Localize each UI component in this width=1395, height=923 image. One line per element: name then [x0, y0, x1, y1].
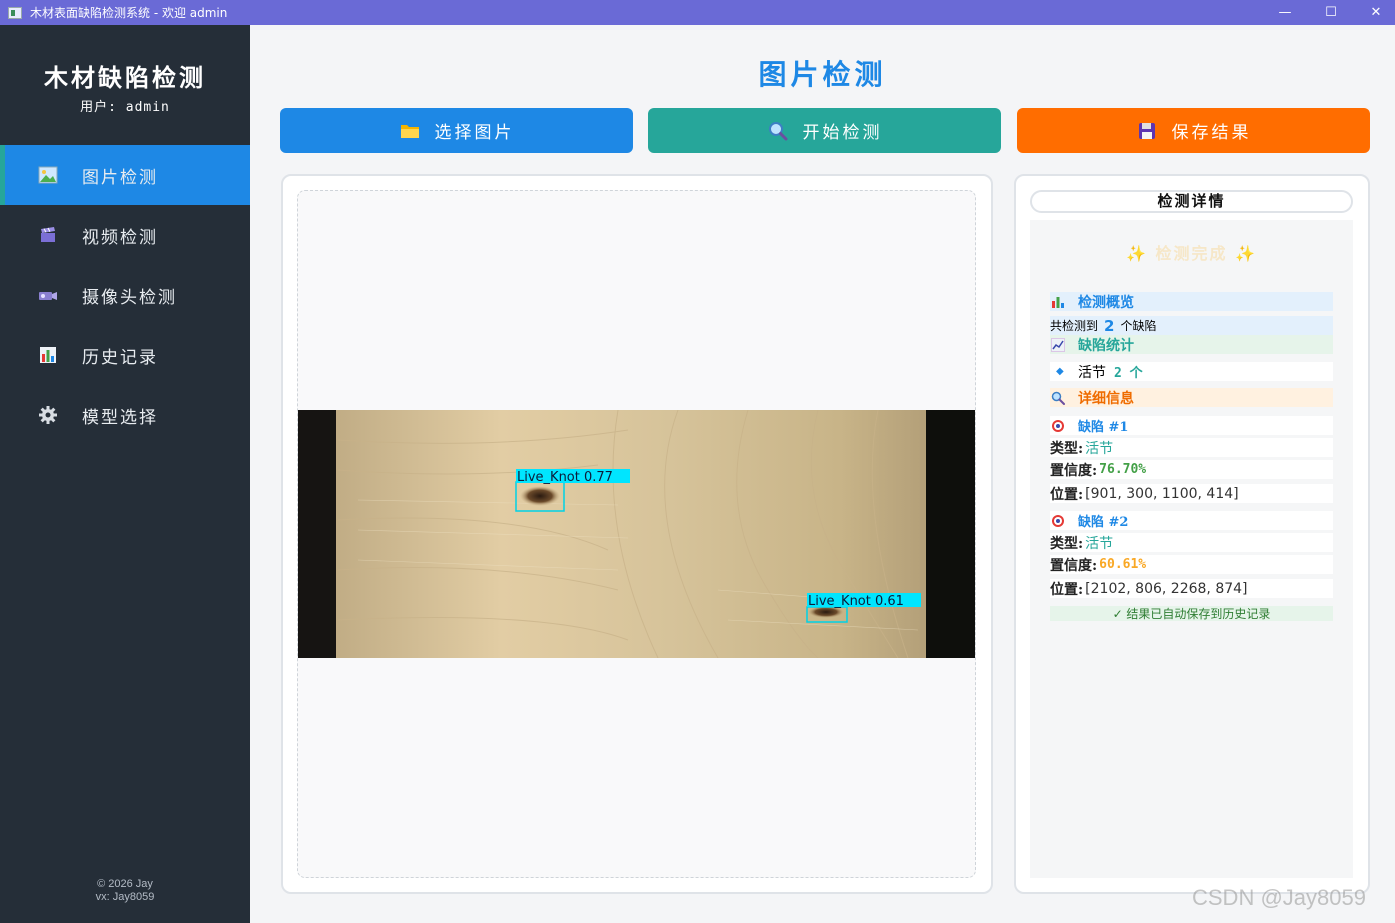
- overview-suffix: 个缺陷: [1120, 319, 1157, 333]
- sidebar-item-label: 历史记录: [82, 347, 158, 368]
- info-section-header: 详细信息: [1050, 388, 1333, 407]
- window-titlebar: 木材表面缺陷检测系统 - 欢迎 admin — ☐ ✕: [0, 0, 1395, 25]
- sidebar-item-model-select[interactable]: 模型选择: [0, 385, 250, 445]
- start-detect-label: 开始检测: [802, 123, 883, 143]
- floppy-icon: [1136, 121, 1158, 141]
- camera-icon: [37, 284, 59, 306]
- stats-section-header: 缺陷统计: [1050, 335, 1333, 354]
- overview-summary: 共检测到 2 个缺陷: [1050, 316, 1333, 335]
- sidebar-item-label: 视频检测: [82, 227, 158, 248]
- defect-1-type: 活节: [1085, 440, 1114, 457]
- defect-2-conf-row: 置信度: 60.61%: [1050, 555, 1333, 574]
- stats-item-name: 活节: [1078, 364, 1106, 381]
- select-image-label: 选择图片: [434, 123, 515, 143]
- folder-icon: [399, 121, 421, 141]
- defect-2-title: 缺陷 #2: [1078, 515, 1129, 530]
- footer-contact: vx: Jay8059: [95, 891, 155, 903]
- stats-title: 缺陷统计: [1078, 337, 1134, 354]
- app-title: 木材缺陷检测: [44, 63, 206, 92]
- window-title: 木材表面缺陷检测系统 - 欢迎 admin: [30, 6, 228, 20]
- sidebar: 木材缺陷检测 用户: admin 图片检测 视频检测 摄像头检测 历史记录 模型…: [0, 25, 250, 923]
- defect-2-conf-label: 置信度:: [1050, 557, 1098, 574]
- sidebar-item-image-detect[interactable]: 图片检测: [0, 145, 250, 205]
- minimize-button[interactable]: —: [1262, 0, 1308, 25]
- defect-2-confidence: 60.61%: [1099, 557, 1147, 572]
- image-icon: [37, 164, 59, 186]
- magnifier-icon: [1050, 390, 1066, 406]
- sidebar-item-label: 摄像头检测: [82, 287, 177, 308]
- target-icon: [1050, 418, 1066, 434]
- target-icon: [1050, 513, 1066, 529]
- defect-1-header: 缺陷 #1: [1050, 416, 1333, 435]
- overview-prefix: 共检测到: [1050, 319, 1099, 333]
- overview-count: 2: [1104, 316, 1115, 335]
- magnifier-icon: [767, 121, 789, 141]
- start-detect-button[interactable]: 开始检测: [648, 108, 1001, 153]
- maximize-button[interactable]: ☐: [1308, 0, 1354, 25]
- defect-1-pos-label: 位置:: [1050, 486, 1084, 503]
- gear-icon: [37, 404, 59, 426]
- defect-1-pos-row: 位置: [901, 300, 1100, 414]: [1050, 484, 1333, 503]
- bar-chart-icon: [1050, 294, 1066, 310]
- diamond-icon: ◆: [1056, 366, 1064, 377]
- defect-2-pos-label: 位置:: [1050, 581, 1084, 598]
- sidebar-item-label: 图片检测: [82, 167, 158, 188]
- select-image-button[interactable]: 选择图片: [280, 108, 633, 153]
- defect-2-type-row: 类型: 活节: [1050, 533, 1333, 552]
- watermark: CSDN @Jay8059: [1192, 885, 1366, 910]
- defect-2-header: 缺陷 #2: [1050, 511, 1333, 530]
- defect-1-conf-row: 置信度: 76.70%: [1050, 460, 1333, 479]
- stats-item-count: 2 个: [1114, 366, 1143, 381]
- sidebar-item-video-detect[interactable]: 视频检测: [0, 205, 250, 265]
- line-chart-icon: [1050, 337, 1066, 353]
- defect-1-title: 缺陷 #1: [1078, 420, 1129, 435]
- overview-title: 检测概览: [1078, 294, 1134, 311]
- detection-label-1: Live_Knot 0.77: [517, 470, 613, 485]
- defect-1-type-label: 类型:: [1050, 440, 1084, 457]
- close-button[interactable]: ✕: [1353, 0, 1395, 25]
- defect-2-type-label: 类型:: [1050, 535, 1084, 552]
- defect-1-confidence: 76.70%: [1099, 462, 1147, 477]
- page-title: 图片检测: [758, 58, 887, 91]
- saved-note: ✓ 结果已自动保存到历史记录: [1050, 606, 1333, 621]
- defect-2-pos-row: 位置: [2102, 806, 2268, 874]: [1050, 579, 1333, 598]
- sidebar-item-camera-detect[interactable]: 摄像头检测: [0, 265, 250, 325]
- overview-section-header: 检测概览: [1050, 292, 1333, 311]
- app-icon: [8, 6, 22, 19]
- user-label: 用户: admin: [80, 100, 170, 115]
- defect-1-type-row: 类型: 活节: [1050, 438, 1333, 457]
- bar-chart-icon: [37, 344, 59, 366]
- sidebar-item-history[interactable]: 历史记录: [0, 325, 250, 385]
- info-title: 详细信息: [1078, 390, 1134, 407]
- footer-copyright: © 2026 Jay: [97, 878, 153, 890]
- sidebar-item-label: 模型选择: [82, 407, 158, 428]
- save-result-button[interactable]: 保存结果: [1017, 108, 1370, 153]
- detection-result-image: Live_Knot 0.77 Live_Knot 0.61: [298, 410, 975, 658]
- stats-item-live-knot: ◆ 活节 2 个: [1050, 362, 1333, 381]
- defect-1-conf-label: 置信度:: [1050, 462, 1098, 479]
- defect-2-position: [2102, 806, 2268, 874]: [1085, 580, 1248, 597]
- defect-2-type: 活节: [1085, 535, 1114, 552]
- save-result-label: 保存结果: [1171, 123, 1252, 143]
- detection-done-title: ✨ 检测完成 ✨: [1126, 244, 1257, 263]
- sidebar-footer: © 2026 Jay vx: Jay8059: [0, 878, 250, 904]
- details-header: 检测详情: [1030, 190, 1353, 213]
- clapper-icon: [37, 224, 59, 246]
- defect-1-position: [901, 300, 1100, 414]: [1085, 485, 1239, 502]
- detection-label-2: Live_Knot 0.61: [808, 594, 904, 609]
